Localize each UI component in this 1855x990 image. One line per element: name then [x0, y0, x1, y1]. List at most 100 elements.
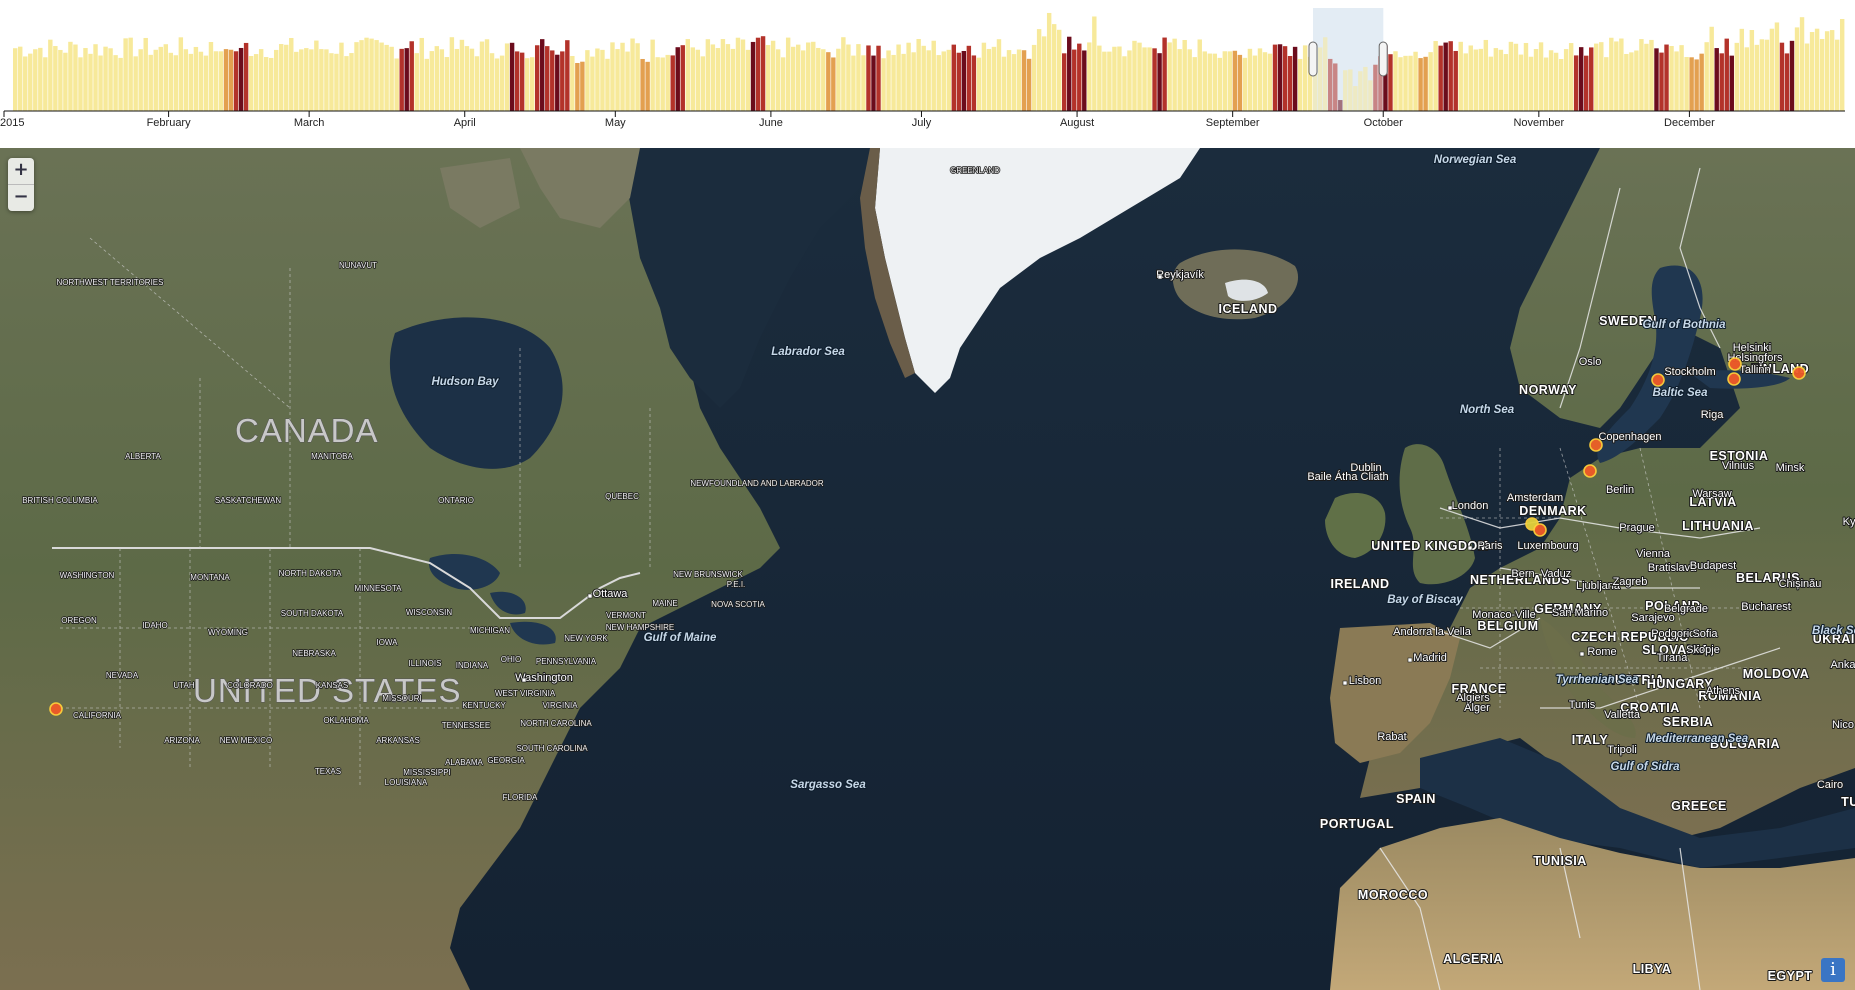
timeline-bar: [1709, 26, 1714, 111]
region-label: MISSISSIPPI: [403, 768, 451, 777]
info-button[interactable]: i: [1821, 958, 1845, 982]
timeline-bar: [258, 49, 264, 111]
region-label: OHIO: [501, 655, 521, 664]
timeline-bar: [138, 49, 143, 111]
timeline-bar: [650, 39, 655, 112]
timeline-bar: [625, 51, 630, 111]
timeline-bar: [1739, 28, 1745, 111]
timeline-bar: [1824, 31, 1830, 112]
timeline-bar: [1834, 39, 1840, 111]
timeline-bar: [1016, 49, 1022, 111]
timeline-bar: [309, 49, 314, 111]
timeline-bar: [1674, 51, 1679, 111]
timeline-bar: [1679, 45, 1684, 111]
region-label: WEST VIRGINIA: [495, 689, 556, 698]
timeline-bar: [349, 53, 354, 111]
region-label: NEW YORK: [564, 634, 608, 643]
timeline-bar: [1488, 56, 1494, 111]
country-label: BELGIUM: [1477, 619, 1538, 633]
timeline-bar: [158, 46, 163, 111]
region-label: COLORADO: [227, 681, 273, 690]
event-marker[interactable]: [1792, 366, 1806, 380]
zoom-control[interactable]: + −: [8, 158, 34, 211]
event-marker[interactable]: [1589, 438, 1603, 452]
region-label: MANITOBA: [311, 452, 353, 461]
brush-handle-left[interactable]: [1308, 41, 1318, 77]
map-view[interactable]: CANADA UNITED STATES ICELAND SWEDEN NORWAY…: [0, 148, 1855, 990]
city-label: Tallinn: [1739, 364, 1770, 376]
event-marker[interactable]: [1583, 464, 1597, 478]
timeline-bar: [555, 54, 560, 111]
timeline-bar: [1839, 18, 1845, 112]
zoom-out-button[interactable]: −: [8, 184, 34, 211]
timeline-bar: [228, 49, 234, 111]
timeline-bar: [238, 47, 244, 111]
timeline-bar: [233, 51, 239, 111]
region-label: ARKANSAS: [376, 736, 420, 745]
timeline-bar: [98, 55, 103, 111]
event-marker[interactable]: [1728, 357, 1742, 371]
timeline-bar: [324, 49, 329, 111]
timeline-bar: [364, 37, 369, 112]
water-label: Tyrrhenian Sea: [1556, 674, 1639, 686]
timeline-bar: [153, 49, 158, 111]
water-label: North Sea: [1460, 404, 1515, 416]
event-marker[interactable]: [1533, 523, 1547, 537]
timeline-bar: [610, 42, 615, 111]
timeline-bar: [183, 49, 189, 111]
timeline-bar: [1363, 66, 1368, 111]
timeline-bar: [1624, 53, 1629, 111]
region-label: NORTH DAKOTA: [279, 569, 342, 578]
timeline-bar: [1157, 53, 1162, 111]
city-dot: [1342, 680, 1348, 686]
timeline-bar: [1343, 70, 1348, 111]
city-dot: [587, 593, 593, 599]
timeline-bar: [454, 48, 460, 111]
brush-handle-right[interactable]: [1378, 41, 1388, 77]
timeline-bar: [1799, 17, 1805, 111]
timeline-bar: [1604, 57, 1609, 111]
timeline-bar: [871, 55, 876, 111]
timeline-month-label: April: [454, 117, 476, 129]
timeline-bar: [1734, 42, 1739, 111]
timeline-bar: [1102, 51, 1107, 111]
satellite-basemap[interactable]: CANADA UNITED STATES ICELANDSWEDENNORWAY…: [0, 148, 1855, 990]
region-label: ARIZONA: [164, 736, 200, 745]
timeline-bar: [514, 51, 520, 111]
timeline-bar: [1779, 42, 1785, 111]
timeline-histogram[interactable]: 2015 February March April May June July August S…: [0, 0, 1855, 148]
zoom-in-button[interactable]: +: [8, 158, 34, 184]
event-marker[interactable]: [1651, 373, 1665, 387]
region-label: NEWFOUNDLAND AND LABRADOR: [690, 479, 824, 488]
timeline-bar: [1453, 50, 1458, 111]
timeline-bar: [1087, 42, 1092, 111]
timeline-bar: [921, 45, 926, 111]
timeline-bar: [519, 52, 525, 111]
timeline-bar: [851, 55, 856, 111]
region-label: PENNSYLVANIA: [536, 657, 597, 666]
timeline-bar: [971, 55, 977, 111]
timeline-bar: [1684, 56, 1689, 111]
timeline-bar: [745, 49, 751, 111]
timeline-bar: [1493, 48, 1499, 111]
timeline-bar: [806, 42, 811, 111]
timeline-bar: [590, 56, 595, 111]
timeline-bar: [1704, 42, 1709, 111]
event-marker[interactable]: [49, 702, 63, 716]
timeline-bar: [1644, 43, 1649, 111]
timeline-bar: [389, 46, 394, 111]
timeline-bar: [1107, 51, 1112, 111]
city-label: Warsaw: [1692, 488, 1731, 500]
timeline-bar: [1192, 57, 1197, 111]
city-label: Tirana: [1657, 652, 1689, 664]
timeline-bar: [1639, 39, 1644, 111]
country-label: MOLDOVA: [1743, 667, 1809, 681]
city-label: Rome: [1587, 646, 1616, 658]
timeline-bar: [248, 56, 254, 111]
city-label: Sofia: [1692, 628, 1718, 640]
event-marker[interactable]: [1727, 372, 1741, 386]
timeline-panel[interactable]: 2015 February March April May June July August S…: [0, 0, 1855, 148]
city-label: Paris: [1477, 540, 1503, 552]
city-dot: [1157, 274, 1163, 280]
timeline-bar: [1664, 44, 1669, 111]
